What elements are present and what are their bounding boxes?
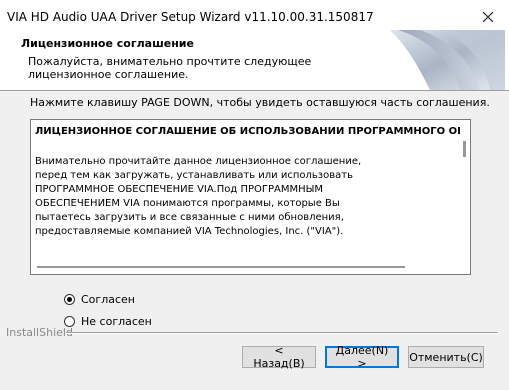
close-button[interactable] [477, 6, 499, 28]
installshield-label: InstallShield [6, 326, 73, 339]
cancel-button[interactable]: Отменить(C) [408, 346, 484, 368]
horizontal-scroll-thumb[interactable] [37, 266, 405, 268]
agree-option[interactable]: Согласен [64, 293, 135, 306]
horizontal-scrollbar[interactable] [32, 261, 460, 273]
license-body: Внимательно прочитайте данное лицензионн… [35, 156, 362, 237]
disagree-option[interactable]: Не согласен [64, 315, 152, 328]
wizard-header: Лицензионное соглашение Пожалуйста, вним… [0, 30, 509, 91]
wizard-page-curl-graphic [390, 30, 505, 90]
close-icon [482, 11, 494, 23]
page-down-instruction: Нажмите клавишу PAGE DOWN, чтобы увидеть… [30, 96, 490, 109]
license-viewport: ЛИЦЕНЗИОННОЕ СОГЛАШЕНИЕ ОБ ИСПОЛЬЗОВАНИИ… [32, 121, 460, 261]
license-heading: ЛИЦЕНЗИОННОЕ СОГЛАШЕНИЕ ОБ ИСПОЛЬЗОВАНИИ… [35, 126, 460, 137]
disagree-label: Не согласен [81, 315, 152, 328]
vertical-scroll-thumb[interactable] [463, 141, 466, 157]
license-text-area[interactable]: ЛИЦЕНЗИОННОЕ СОГЛАШЕНИЕ ОБ ИСПОЛЬЗОВАНИИ… [30, 119, 471, 275]
title-bar: VIA HD Audio UAA Driver Setup Wizard v11… [0, 0, 509, 34]
agree-radio[interactable] [64, 294, 75, 305]
window-title: VIA HD Audio UAA Driver Setup Wizard v11… [7, 10, 374, 24]
next-button[interactable]: Далее(N) > [325, 344, 399, 370]
footer-divider [66, 332, 498, 334]
back-button[interactable]: < Назад(B) [242, 344, 316, 370]
page-subtitle: Пожалуйста, внимательно прочтите следующ… [28, 55, 312, 81]
vertical-scrollbar[interactable] [460, 121, 469, 261]
page-title: Лицензионное соглашение [21, 37, 194, 50]
agree-label: Согласен [81, 293, 135, 306]
